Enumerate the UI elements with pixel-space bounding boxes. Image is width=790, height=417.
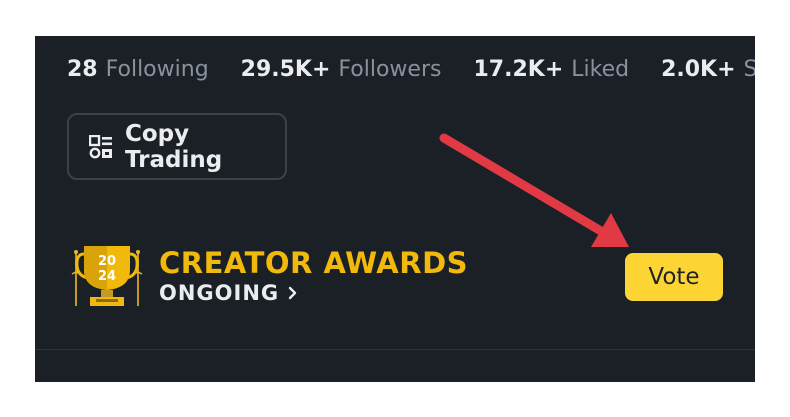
stat-following[interactable]: 28 Following: [67, 57, 209, 83]
trophy-year-bottom: 24: [98, 269, 116, 284]
stat-liked: 17.2K+ Liked: [473, 57, 629, 83]
vote-button[interactable]: Vote: [625, 253, 723, 301]
copy-trading-button[interactable]: Copy Trading: [67, 113, 287, 180]
stat-shares: 2.0K+ Shares: [661, 57, 755, 83]
stat-followers[interactable]: 29.5K+ Followers: [241, 57, 442, 83]
awards-title: CREATOR AWARDS: [159, 246, 469, 280]
divider: [35, 349, 755, 350]
copy-trading-icon: [89, 134, 113, 159]
awards-status-link[interactable]: ONGOING: [159, 281, 297, 305]
stat-label: Followers: [338, 57, 442, 82]
stats-row: 28 Following 29.5K+ Followers 17.2K+ Lik…: [67, 57, 755, 83]
stat-value: 29.5K+: [240, 57, 331, 82]
stat-value: 17.2K+: [473, 57, 564, 82]
stat-value: 2.0K+: [661, 57, 736, 82]
annotation-arrow-icon: [439, 133, 629, 247]
trophy-year-top: 20: [98, 254, 116, 269]
stat-value: 28: [67, 57, 98, 82]
trophy-icon: 20 24: [71, 246, 143, 306]
chevron-right-icon: [288, 286, 297, 300]
stat-label: Shares: [743, 57, 755, 82]
stat-label: Following: [105, 57, 209, 82]
profile-panel: 28 Following 29.5K+ Followers 17.2K+ Lik…: [35, 36, 755, 382]
copy-trading-label: Copy Trading: [125, 120, 223, 173]
awards-status: ONGOING: [159, 281, 280, 305]
stat-label: Liked: [571, 57, 630, 82]
